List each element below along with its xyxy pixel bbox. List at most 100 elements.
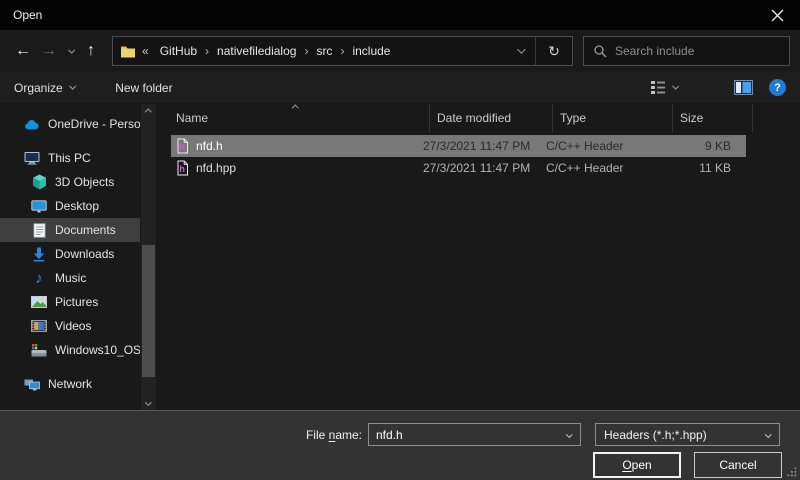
back-arrow-icon: ← <box>15 42 31 60</box>
file-size: 9 KB <box>659 139 739 153</box>
breadcrumb-item-nativefiledialog[interactable]: nativefiledialog <box>210 37 303 65</box>
breadcrumb-overflow[interactable]: « <box>136 44 153 58</box>
back-button[interactable]: ← <box>10 36 36 66</box>
file-type: C/C++ Header <box>539 161 659 175</box>
change-view-button[interactable] <box>651 81 677 94</box>
content-area: OneDrive - Persor This PC <box>0 104 800 410</box>
sidebar-item-this-pc[interactable]: This PC <box>0 146 140 170</box>
chevron-down-icon <box>765 431 771 437</box>
downloads-arrow-icon <box>31 246 47 262</box>
organize-label: Organize <box>14 81 63 95</box>
search-icon <box>593 44 607 58</box>
close-icon <box>771 9 784 22</box>
cancel-button[interactable]: Cancel <box>694 452 782 478</box>
dialog-footer: File name: nfd.h Headers (*.h;*.hpp) Ope… <box>0 410 800 480</box>
search-placeholder: Search include <box>615 44 694 58</box>
breadcrumb-item-src[interactable]: src <box>309 37 339 65</box>
column-header-type[interactable]: Type <box>553 104 673 132</box>
pictures-photo-icon <box>31 294 47 310</box>
new-folder-button[interactable]: New folder <box>115 81 172 95</box>
file-name: nfd.h <box>196 139 223 153</box>
close-button[interactable] <box>754 0 800 30</box>
chevron-up-icon <box>145 109 151 115</box>
open-dialog-window: Open ← → ↑ « GitHub › nativefiledialog ›… <box>0 0 800 480</box>
header-file-icon: h <box>176 160 189 176</box>
help-icon: ? <box>774 82 781 94</box>
scroll-up-button[interactable] <box>141 105 156 119</box>
sidebar-item-3d-objects[interactable]: 3D Objects <box>0 170 140 194</box>
sidebar-item-videos[interactable]: Videos <box>0 314 140 338</box>
organize-button[interactable]: Organize <box>14 81 73 95</box>
up-button[interactable]: ↑ <box>78 36 104 66</box>
open-button[interactable]: Open <box>593 452 681 478</box>
preview-pane-icon <box>734 80 753 95</box>
file-name-input[interactable]: nfd.h <box>368 423 581 446</box>
forward-button[interactable]: → <box>36 36 62 66</box>
desktop-monitor-icon <box>31 198 47 214</box>
music-note-icon: ♪ <box>31 270 47 286</box>
file-date-modified: 27/3/2021 11:47 PM <box>416 161 539 175</box>
sidebar-item-label: 3D Objects <box>55 175 114 189</box>
address-bar[interactable]: « GitHub › nativefiledialog › src › incl… <box>112 36 573 66</box>
sidebar-item-label: Pictures <box>55 295 98 309</box>
views-icon <box>651 81 666 94</box>
sidebar-item-network[interactable]: Network <box>0 372 140 396</box>
file-type-dropdown[interactable]: Headers (*.h;*.hpp) <box>595 423 780 446</box>
recent-locations-button[interactable] <box>62 36 78 66</box>
sidebar-item-onedrive[interactable]: OneDrive - Persor <box>0 112 140 136</box>
chevron-down-icon <box>68 46 74 52</box>
file-type-value: Headers (*.h;*.hpp) <box>604 428 707 442</box>
search-input[interactable]: Search include <box>583 36 790 66</box>
sidebar-item-label: This PC <box>48 151 91 165</box>
svg-text:h: h <box>179 164 185 174</box>
up-arrow-icon: ↑ <box>87 42 95 60</box>
documents-page-icon <box>31 222 47 238</box>
sidebar-scrollbar[interactable] <box>141 104 156 410</box>
column-header-label: Date modified <box>437 111 511 125</box>
file-type: C/C++ Header <box>539 139 659 153</box>
sidebar-item-windows10-os[interactable]: Windows10_OS ( <box>0 338 140 362</box>
os-drive-icon <box>31 342 47 358</box>
new-folder-label: New folder <box>115 81 172 95</box>
preview-pane-button[interactable] <box>734 80 753 95</box>
sidebar-item-pictures[interactable]: Pictures <box>0 290 140 314</box>
sidebar-item-label: Desktop <box>55 199 99 213</box>
3d-objects-cube-icon <box>31 174 47 190</box>
file-rows: h nfd.h 27/3/2021 11:47 PM C/C++ Header … <box>157 135 800 179</box>
file-row-nfd-hpp[interactable]: h nfd.hpp 27/3/2021 11:47 PM C/C++ Heade… <box>171 157 746 179</box>
column-header-label: Size <box>680 111 703 125</box>
breadcrumb-item-github[interactable]: GitHub <box>153 37 204 65</box>
onedrive-cloud-icon <box>24 116 40 132</box>
sidebar-item-label: Network <box>48 377 92 391</box>
column-header-label: Name <box>176 111 208 125</box>
sidebar-item-downloads[interactable]: Downloads <box>0 242 140 266</box>
column-header-date-modified[interactable]: Date modified <box>430 104 553 132</box>
address-dropdown-button[interactable] <box>505 37 535 65</box>
folder-icon <box>120 44 136 58</box>
file-row-nfd-h[interactable]: h nfd.h 27/3/2021 11:47 PM C/C++ Header … <box>171 135 746 157</box>
file-name-label: File name: <box>250 428 362 442</box>
scrollbar-thumb[interactable] <box>142 245 155 377</box>
refresh-button[interactable]: ↻ <box>536 37 572 65</box>
column-header-size[interactable]: Size <box>673 104 753 132</box>
help-button[interactable]: ? <box>769 79 786 96</box>
sidebar-item-label: Videos <box>55 319 91 333</box>
sidebar-item-desktop[interactable]: Desktop <box>0 194 140 218</box>
column-header-row: Name Date modified Type Size <box>157 104 800 132</box>
this-pc-icon <box>24 150 40 166</box>
resize-grip[interactable] <box>787 467 797 477</box>
scroll-down-button[interactable] <box>141 395 156 409</box>
sidebar-item-music[interactable]: ♪ Music <box>0 266 140 290</box>
chevron-down-icon <box>69 83 75 89</box>
sidebar-item-label: Music <box>55 271 86 285</box>
sidebar-item-label: Documents <box>55 223 116 237</box>
file-name-value: nfd.h <box>376 428 403 442</box>
chevron-down-icon <box>145 399 151 405</box>
network-computers-icon <box>24 376 40 392</box>
breadcrumb-item-include[interactable]: include <box>345 37 397 65</box>
sidebar-item-label: OneDrive - Persor <box>48 117 140 131</box>
sidebar-item-documents[interactable]: Documents <box>0 218 140 242</box>
chevron-down-icon <box>517 45 525 53</box>
navigation-sidebar: OneDrive - Persor This PC <box>0 104 157 410</box>
sidebar-item-label: Windows10_OS ( <box>55 343 140 357</box>
